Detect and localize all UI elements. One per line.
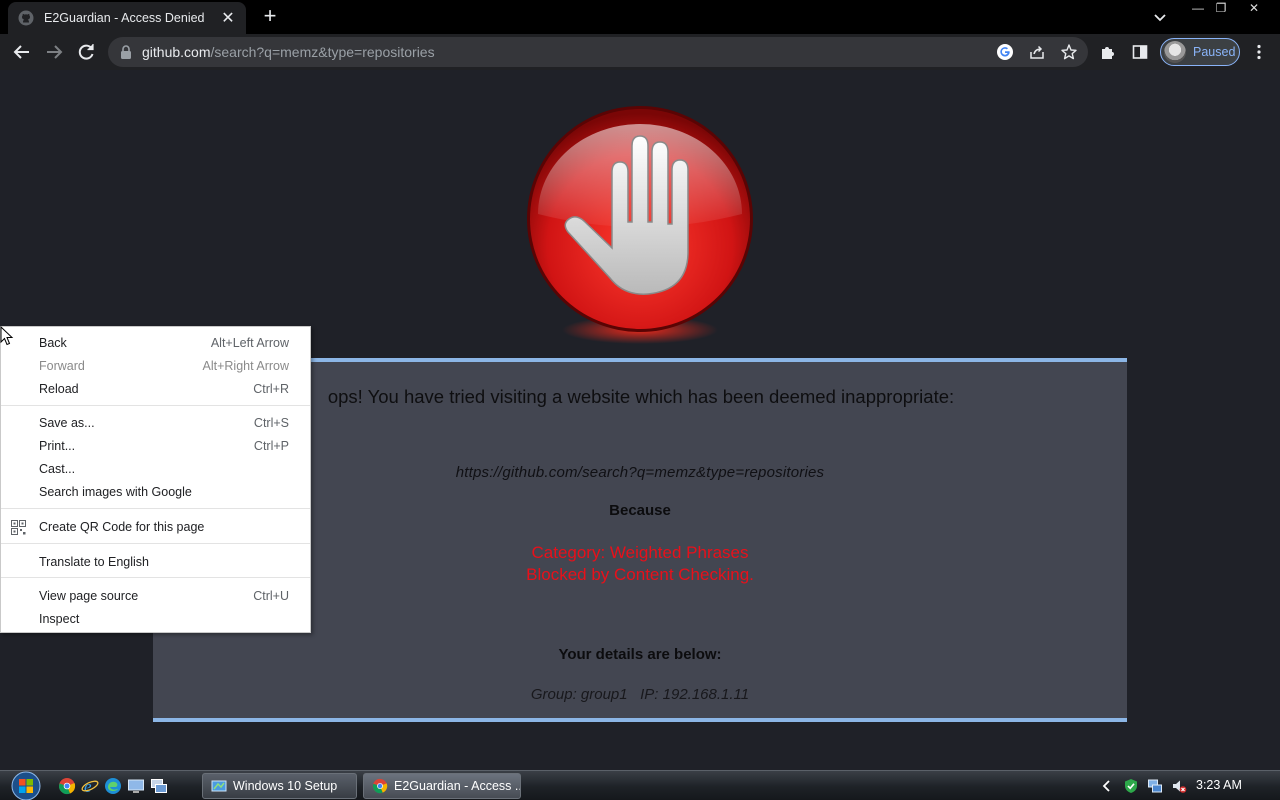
menu-label: Back (39, 336, 67, 350)
menu-item-search-images[interactable]: Search images with Google (1, 481, 312, 504)
menu-item-inspect[interactable]: Inspect (1, 608, 312, 631)
chrome-icon (372, 778, 388, 794)
menu-shortcut: Ctrl+R (253, 382, 289, 396)
browser-menu-kebab-icon[interactable] (1250, 43, 1268, 61)
menu-item-print[interactable]: Print... Ctrl+P (1, 435, 312, 458)
menu-shortcut: Alt+Left Arrow (210, 336, 289, 350)
menu-item-forward[interactable]: Forward Alt+Right Arrow (1, 355, 312, 378)
active-tab[interactable]: E2Guardian - Access Denied ✕ (8, 2, 246, 34)
chrome-quicklaunch-icon[interactable] (58, 777, 76, 795)
menu-label: Inspect (39, 612, 80, 626)
extensions-puzzle-icon[interactable] (1099, 43, 1117, 61)
security-shield-icon[interactable] (1123, 778, 1139, 794)
url-path: /search?q=memz&type=repositories (210, 44, 435, 60)
network-icon[interactable] (1147, 778, 1163, 794)
share-icon[interactable] (1028, 43, 1046, 61)
menu-item-view-source[interactable]: View page source Ctrl+U (1, 585, 312, 608)
menu-item-reload[interactable]: Reload Ctrl+R (1, 378, 312, 401)
group-ip-info: Group: group1 IP: 192.168.1.11 (530, 686, 750, 703)
menu-item-save-as[interactable]: Save as... Ctrl+S (1, 412, 312, 435)
profile-avatar (1164, 41, 1186, 63)
details-heading: Your details are below: (558, 646, 722, 663)
menu-item-cast[interactable]: Cast... (1, 458, 312, 481)
url-host: github.com (142, 44, 211, 60)
tab-search-chevron-icon[interactable] (1150, 8, 1170, 28)
side-panel-icon[interactable] (1131, 43, 1149, 61)
show-desktop-icon[interactable] (127, 777, 145, 795)
menu-separator (1, 577, 310, 578)
menu-item-translate[interactable]: Translate to English (1, 551, 312, 574)
address-bar[interactable]: github.com/search?q=memz&type=repositori… (108, 37, 1088, 67)
menu-label: Save as... (39, 416, 95, 430)
edge-icon[interactable] (104, 777, 122, 795)
profile-button[interactable]: Paused (1160, 38, 1240, 66)
switch-windows-icon[interactable] (150, 777, 168, 795)
start-orb-icon[interactable] (6, 771, 46, 800)
browser-tab-strip: E2Guardian - Access Denied ✕ + — ❐ ✕ (0, 0, 1280, 34)
menu-label: Translate to English (39, 555, 150, 569)
windows-taskbar: e Windows 10 Setup E2Guardian - Access .… (0, 770, 1280, 800)
menu-separator (1, 543, 310, 544)
menu-label: Cast... (39, 462, 76, 476)
menu-shortcut: Alt+Right Arrow (202, 359, 290, 373)
back-arrow-icon[interactable] (10, 40, 34, 64)
menu-shortcut: Ctrl+S (253, 416, 289, 430)
github-favicon-icon (18, 10, 34, 26)
menu-label: View page source (39, 589, 139, 603)
tab-title: E2Guardian - Access Denied (44, 11, 205, 25)
reload-icon[interactable] (74, 40, 98, 64)
taskbar-clock[interactable]: 3:23 AM (1196, 778, 1242, 792)
setup-icon (211, 780, 227, 792)
menu-shortcut: Ctrl+U (253, 589, 289, 603)
show-hidden-icons-chevron-icon[interactable] (1099, 778, 1115, 794)
volume-muted-icon[interactable] (1171, 778, 1187, 794)
menu-shortcut: Ctrl+P (253, 439, 289, 453)
menu-separator (1, 508, 310, 509)
new-tab-button[interactable]: + (258, 5, 282, 29)
menu-label: Forward (39, 359, 85, 373)
stop-hand-icon (527, 106, 753, 344)
menu-label: Create QR Code for this page (39, 520, 205, 534)
address-url-text[interactable]: github.com/search?q=memz&type=repositori… (142, 44, 435, 60)
bookmark-star-icon[interactable] (1060, 43, 1078, 61)
context-menu: Back Alt+Left Arrow Forward Alt+Right Ar… (0, 326, 311, 633)
profile-status-label: Paused (1193, 45, 1236, 59)
menu-label: Reload (39, 382, 79, 396)
browser-toolbar: github.com/search?q=memz&type=repositori… (0, 34, 1280, 70)
taskbar-button-chrome[interactable]: E2Guardian - Access ... (363, 773, 521, 799)
window-close-button[interactable]: ✕ (1240, 0, 1268, 18)
taskbar-button-label: E2Guardian - Access ... (394, 779, 521, 793)
qr-code-icon (11, 520, 26, 535)
menu-item-qr-code[interactable]: Create QR Code for this page (1, 516, 312, 539)
internet-explorer-icon[interactable]: e (81, 777, 99, 795)
screen: E2Guardian - Access Denied ✕ + — ❐ ✕ git… (0, 0, 1280, 800)
svg-text:e: e (84, 777, 92, 795)
window-restore-button[interactable]: ❐ (1207, 0, 1235, 18)
taskbar-button-label: Windows 10 Setup (233, 779, 338, 793)
menu-label: Print... (39, 439, 76, 453)
taskbar-button-windows-setup[interactable]: Windows 10 Setup (202, 773, 357, 799)
lock-icon[interactable] (120, 45, 132, 59)
forward-arrow-icon[interactable] (42, 40, 66, 64)
mouse-cursor-icon (0, 326, 14, 346)
google-lens-icon[interactable] (996, 43, 1014, 61)
menu-item-back[interactable]: Back Alt+Left Arrow (1, 332, 312, 355)
menu-separator (1, 405, 310, 406)
menu-label: Search images with Google (39, 485, 192, 499)
tab-close-icon[interactable]: ✕ (220, 8, 236, 28)
